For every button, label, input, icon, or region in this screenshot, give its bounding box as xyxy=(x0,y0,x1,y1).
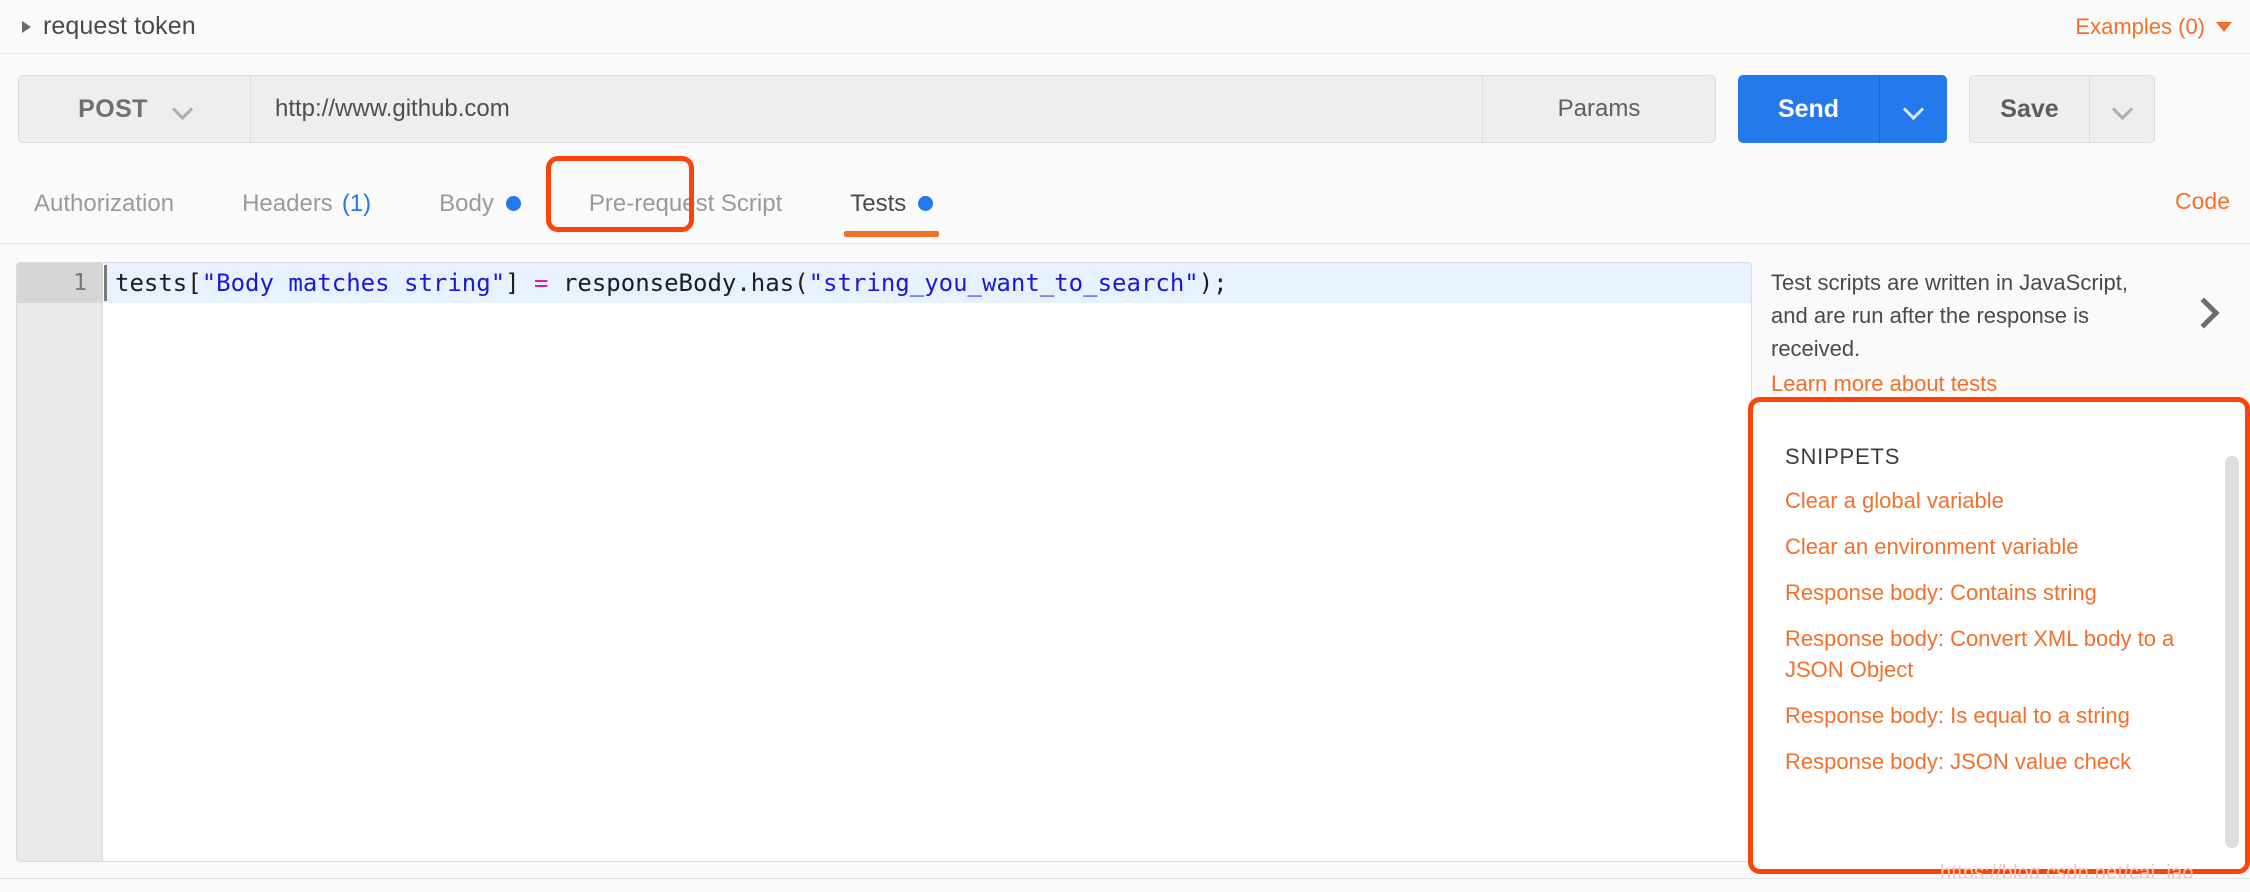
url-input[interactable]: http://www.github.com xyxy=(251,76,1483,142)
tab-label: Tests xyxy=(850,189,907,217)
tab-label: Body xyxy=(439,189,494,217)
page-title: request token xyxy=(43,12,196,40)
params-button[interactable]: Params xyxy=(1483,76,1715,142)
triangle-down-icon xyxy=(2216,21,2232,32)
send-options-button[interactable] xyxy=(1880,75,1947,143)
tests-help-text: Test scripts are written in JavaScript, … xyxy=(1771,270,2129,361)
snippets-list: Clear a global variable Clear an environm… xyxy=(1785,485,2227,792)
tab-label: Headers xyxy=(242,189,333,217)
tab-pre-request-script[interactable]: Pre-request Script xyxy=(555,164,816,243)
chevron-down-icon xyxy=(2114,101,2131,118)
code-token-string: "Body matches string" xyxy=(201,269,506,297)
request-title-bar: request token Examples (0) xyxy=(0,0,2250,54)
url-bar-row: POST http://www.github.com Params Send S… xyxy=(0,54,2250,164)
examples-dropdown[interactable]: Examples (0) xyxy=(2075,14,2232,40)
save-button[interactable]: Save xyxy=(1970,76,2090,142)
tab-tests[interactable]: Tests xyxy=(816,164,967,243)
tab-headers[interactable]: Headers (1) xyxy=(208,164,405,243)
method-selector[interactable]: POST xyxy=(19,76,251,142)
snippet-item[interactable]: Clear a global variable xyxy=(1785,485,2185,516)
snippet-item[interactable]: Response body: Contains string xyxy=(1785,577,2185,608)
tab-label: Authorization xyxy=(34,189,175,217)
snippet-item[interactable]: Response body: Convert XML body to a JSO… xyxy=(1785,623,2185,685)
snippets-inner: SNIPPETS Clear a global variable Clear an… xyxy=(1753,402,2245,869)
code-token-operator: = xyxy=(534,269,549,297)
code-token-string: "string_you_want_to_search" xyxy=(808,269,1199,297)
code-token-plain: ] xyxy=(505,269,535,297)
snippet-item[interactable]: Response body: Is equal to a string xyxy=(1785,700,2185,731)
editor-gutter: 1 xyxy=(17,263,103,861)
vertical-scrollbar[interactable] xyxy=(2225,456,2239,848)
tab-modified-dot-icon xyxy=(505,196,521,211)
examples-label: Examples (0) xyxy=(2075,13,2205,39)
method-url-group: POST http://www.github.com Params xyxy=(18,75,1716,143)
request-tabs: Authorization Headers (1) Body Pre-request S… xyxy=(0,164,967,243)
editor-caret xyxy=(104,265,107,301)
snippets-title: SNIPPETS xyxy=(1785,444,1901,469)
bottom-strip xyxy=(0,878,2250,892)
code-token-plain: tests[ xyxy=(115,269,202,297)
snippets-panel: SNIPPETS Clear a global variable Clear an… xyxy=(1748,397,2250,874)
editor-code-area[interactable]: tests["Body matches string"] = responseB… xyxy=(104,263,1751,861)
request-tabs-bar: Authorization Headers (1) Body Pre-request S… xyxy=(0,164,2250,244)
tab-modified-dot-icon xyxy=(918,196,934,211)
snippet-item[interactable]: Clear an environment variable xyxy=(1785,531,2185,562)
editor-code-line: tests["Body matches string"] = responseB… xyxy=(115,263,1228,303)
send-button-group: Send xyxy=(1738,75,1947,143)
editor-line-number: 1 xyxy=(73,270,87,296)
code-token-plain: responseBody.has( xyxy=(548,269,809,297)
tab-body[interactable]: Body xyxy=(405,164,555,243)
method-label: POST xyxy=(78,94,148,123)
chevron-right-icon[interactable] xyxy=(2193,302,2215,324)
tab-label: Pre-request Script xyxy=(588,189,783,217)
chevron-down-icon xyxy=(174,101,191,118)
url-value: http://www.github.com xyxy=(275,95,510,122)
tab-count-badge: (1) xyxy=(341,189,372,217)
code-link[interactable]: Code xyxy=(2175,188,2230,215)
tab-authorization[interactable]: Authorization xyxy=(0,164,208,243)
save-button-group: Save xyxy=(1969,75,2155,143)
snippet-item[interactable]: Response body: JSON value check xyxy=(1785,746,2185,777)
tests-script-editor[interactable]: 1 tests["Body matches string"] = respons… xyxy=(16,262,1752,862)
learn-more-link[interactable]: Learn more about tests xyxy=(1771,371,1997,397)
params-label: Params xyxy=(1557,95,1641,122)
code-token-plain: ); xyxy=(1198,269,1228,297)
postman-request-pane: request token Examples (0) POST http://w… xyxy=(0,0,2250,892)
send-button[interactable]: Send xyxy=(1738,75,1880,143)
save-options-button[interactable] xyxy=(2090,76,2154,142)
triangle-right-icon[interactable] xyxy=(22,20,31,33)
chevron-down-icon xyxy=(1905,101,1922,118)
